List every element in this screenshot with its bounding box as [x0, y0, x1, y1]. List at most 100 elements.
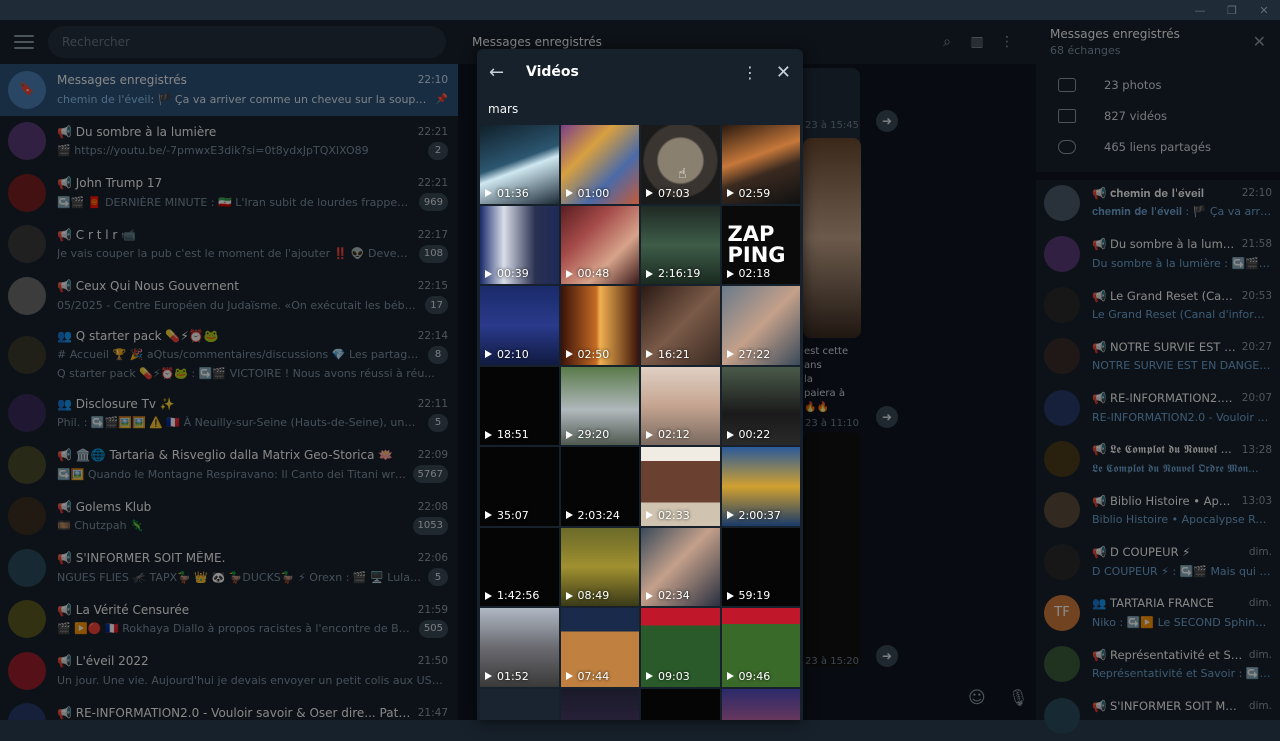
- forward-icon[interactable]: ➜: [876, 406, 898, 428]
- chat-sender: chemin de l'éveil: [57, 92, 151, 106]
- maximize-icon[interactable]: ❐: [1216, 0, 1248, 20]
- video-thumbnail[interactable]: 02:50: [559, 285, 640, 366]
- info-panel: Messages enregistrés 68 échanges ✕ 23 ph…: [1036, 20, 1280, 734]
- chat-time: 22:08: [417, 500, 448, 513]
- video-thumbnail[interactable]: [640, 687, 721, 720]
- videos-link[interactable]: 827 vidéos: [1036, 101, 1280, 131]
- chat-name: 📢 🏛️🌐 Tartaria & Risveglio dalla Matrix …: [57, 448, 394, 463]
- chat-item[interactable]: 📢 🏛️🌐 Tartaria & Risveglio dalla Matrix …: [0, 439, 458, 491]
- unread-badge: 505: [418, 619, 448, 638]
- chat-item[interactable]: 📢 John Trump 17 22:21 ↪️🎬 🧧 DERNIÈRE MINUT…: [0, 167, 458, 219]
- chat-item[interactable]: 📢 L'éveil 2022 21:50 Un jour. Une vie. Auj…: [0, 645, 458, 697]
- shared-chat-item[interactable]: 📢 𝐜𝐡𝐞𝐦𝐢𝐧 𝐝𝐞 𝐥'𝐞́𝐯𝐞𝐢𝐥 22:10 𝐜𝐡𝐞𝐦𝐢𝐧 𝐝𝐞 𝐥'𝐞́𝐯…: [1036, 177, 1280, 228]
- videos-modal: ← Vidéos ⋮ ✕ mars 01:36 01:00 07:03 02:59 00…: [477, 49, 803, 720]
- video-duration: 35:07: [485, 509, 529, 522]
- chat-preview: Phil. : ↪️🎬🖼️🖼️ ⚠️ 🇫🇷 À Neuilly-sur-Sein…: [57, 416, 422, 430]
- video-thumbnail[interactable]: 27:22: [720, 285, 801, 366]
- video-duration: 2:00:37: [727, 509, 781, 522]
- chat-item[interactable]: 🔖 Messages enregistrés 22:10 chemin de l'év…: [0, 64, 458, 116]
- link-icon: [1058, 140, 1076, 154]
- video-thumbnail[interactable]: ZAP PING 02:18: [720, 204, 801, 285]
- video-thumbnail[interactable]: 2:00:37: [720, 446, 801, 527]
- chat-preview: ↪️🎬 🧧 DERNIÈRE MINUTE : 🇮🇷 L'Iran subit …: [57, 195, 413, 209]
- video-thumbnail[interactable]: 01:52: [479, 607, 560, 688]
- shared-chat-item[interactable]: 📢 Du sombre à la lumière 21:58 Du sombre à…: [1036, 228, 1280, 279]
- chat-item[interactable]: 📢 Du sombre à la lumière 22:21 🎬 https://y…: [0, 116, 458, 168]
- close-icon[interactable]: ✕: [1253, 32, 1266, 51]
- shared-chat-item[interactable]: 📢 𝕷𝖊 𝕮𝖔𝖒𝖕𝖑𝖔𝖙 𝖉𝖚 𝕹𝖔𝖚𝖛𝖊𝖑 ... 13:28 𝕷𝖊 𝕮𝖔𝖒𝖕𝖑𝖔…: [1036, 434, 1280, 485]
- close-window-icon[interactable]: ✕: [1248, 0, 1280, 20]
- video-thumbnail[interactable]: 02:34: [640, 526, 721, 607]
- forward-icon[interactable]: ➜: [876, 110, 898, 132]
- video-thumbnail[interactable]: [559, 687, 640, 720]
- microphone-icon[interactable]: 🎙: [1008, 688, 1028, 707]
- close-icon[interactable]: ✕: [763, 62, 791, 83]
- shared-chat-item[interactable]: TF 👥 TARTARIA FRANCE dim. Niko : ↪️▶️ Le SE…: [1036, 587, 1280, 638]
- shared-chat-item[interactable]: 📢 NOTRE SURVIE EST EN D... 20:27 NOTRE SUR…: [1036, 331, 1280, 382]
- chat-time: 22:21: [417, 177, 448, 190]
- forward-icon[interactable]: ➜: [876, 645, 898, 667]
- chat-time: 22:09: [417, 449, 448, 462]
- chat-item[interactable]: 📢 Golems Klub 22:08 🎞️ Chutzpah 🦎 1053: [0, 491, 458, 543]
- links-link[interactable]: 465 liens partagés: [1036, 132, 1280, 162]
- avatar: [8, 122, 46, 161]
- video-thumbnail[interactable]: 09:03: [640, 607, 721, 688]
- video-thumbnail[interactable]: 35:07: [479, 446, 560, 527]
- video-duration: 07:44: [566, 670, 610, 683]
- video-thumbnail[interactable]: 00:22: [720, 365, 801, 446]
- video-thumbnail[interactable]: 29:20: [559, 365, 640, 446]
- video-thumbnail[interactable]: 18:51: [479, 365, 560, 446]
- video-thumbnail[interactable]: 09:46: [720, 607, 801, 688]
- video-thumbnail[interactable]: 02:59: [720, 124, 801, 205]
- chat-preview: Représentativité et Savoir : ↪️▶️: [1092, 667, 1272, 681]
- video-thumbnail[interactable]: 01:36: [479, 124, 560, 205]
- chat-item[interactable]: 📢 RE-INFORMATION2.0 - Vouloir savoir & O…: [0, 697, 458, 720]
- chat-item[interactable]: 📢 S'INFORMER SOIT MÊME. 22:06 NGUES FLIES …: [0, 542, 458, 594]
- more-icon[interactable]: ⋮: [992, 34, 1022, 50]
- video-thumbnail[interactable]: 00:48: [559, 204, 640, 285]
- video-thumbnail[interactable]: 02:12: [640, 365, 721, 446]
- chat-item[interactable]: 📢 C r t l r 📹 22:17 Je vais couper la pub …: [0, 219, 458, 271]
- menu-icon[interactable]: [14, 35, 34, 49]
- search-icon[interactable]: ⌕: [932, 34, 962, 50]
- back-arrow-icon[interactable]: ←: [489, 62, 513, 83]
- minimize-icon[interactable]: —: [1184, 0, 1216, 20]
- photos-link[interactable]: 23 photos: [1036, 70, 1280, 100]
- chat-item[interactable]: 📢 Ceux Qui Nous Gouvernent 22:15 05/2025 -…: [0, 270, 458, 322]
- video-thumbnail[interactable]: 2:16:19: [640, 204, 721, 285]
- video-thumbnail[interactable]: [720, 687, 801, 720]
- chat-time: 13:03: [1241, 494, 1272, 507]
- video-thumbnail[interactable]: 02:33: [640, 446, 721, 527]
- chat-item[interactable]: 👥 Disclosure Tv ✨ 22:11 Phil. : ↪️🎬🖼️🖼️ ⚠️…: [0, 388, 458, 440]
- chat-item[interactable]: 👥 Q starter pack 💊⚡⏰🐸 22:14 # Accueil 🏆 🎉 …: [0, 322, 458, 388]
- chat-time: 20:07: [1241, 392, 1272, 405]
- video-thumbnail[interactable]: 08:49: [559, 526, 640, 607]
- video-thumbnail[interactable]: 01:00: [559, 124, 640, 205]
- shared-chat-item[interactable]: 📢 D COUPEUR ⚡ dim. D COUPEUR ⚡ : ↪️🎬 Mais …: [1036, 536, 1280, 587]
- video-thumbnail[interactable]: 00:39: [479, 204, 560, 285]
- video-duration: 01:36: [485, 187, 529, 200]
- shared-chat-item[interactable]: 📢 Le Grand Reset (Canal d'... 20:53 Le Gra…: [1036, 280, 1280, 331]
- video-thumbnail[interactable]: [479, 687, 560, 720]
- shared-chat-item[interactable]: 📢 Biblio Histoire • Apocaly... 13:03 Bibli…: [1036, 485, 1280, 536]
- emoji-icon[interactable]: ☺: [968, 688, 986, 708]
- shared-chat-item[interactable]: 📢 RE-INFORMATION2.0 - V... 20:07 RE-INFORM…: [1036, 382, 1280, 433]
- sidebar-toggle-icon[interactable]: ▥: [962, 34, 992, 50]
- more-icon[interactable]: ⋮: [737, 63, 763, 82]
- video-thumbnail[interactable]: 16:21: [640, 285, 721, 366]
- shared-chat-item[interactable]: 📢 Représentativité et Savoir dim. Représen…: [1036, 639, 1280, 690]
- video-thumbnail[interactable]: 02:10: [479, 285, 560, 366]
- video-thumbnail[interactable]: 07:03: [640, 124, 721, 205]
- video-thumbnail[interactable]: 2:03:24: [559, 446, 640, 527]
- shared-chat-item[interactable]: 📢 S'INFORMER SOIT MÊME. dim.: [1036, 690, 1280, 741]
- video-thumbnail[interactable]: 1:42:56: [479, 526, 560, 607]
- avatar: [1044, 697, 1080, 734]
- video-duration: 02:12: [646, 428, 690, 441]
- video-thumbnail[interactable]: 59:19: [720, 526, 801, 607]
- chat-name: 📢 Le Grand Reset (Canal d'...: [1092, 288, 1236, 303]
- search-input[interactable]: Rechercher: [48, 26, 446, 58]
- chat-name: 📢 Biblio Histoire • Apocaly...: [1092, 493, 1236, 508]
- video-thumbnail[interactable]: 07:44: [559, 607, 640, 688]
- unread-badge: 108: [418, 244, 448, 263]
- chat-item[interactable]: 📢 La Vérité Censurée 21:59 🎬 ▶️🔴 🇫🇷 Rokhay…: [0, 594, 458, 646]
